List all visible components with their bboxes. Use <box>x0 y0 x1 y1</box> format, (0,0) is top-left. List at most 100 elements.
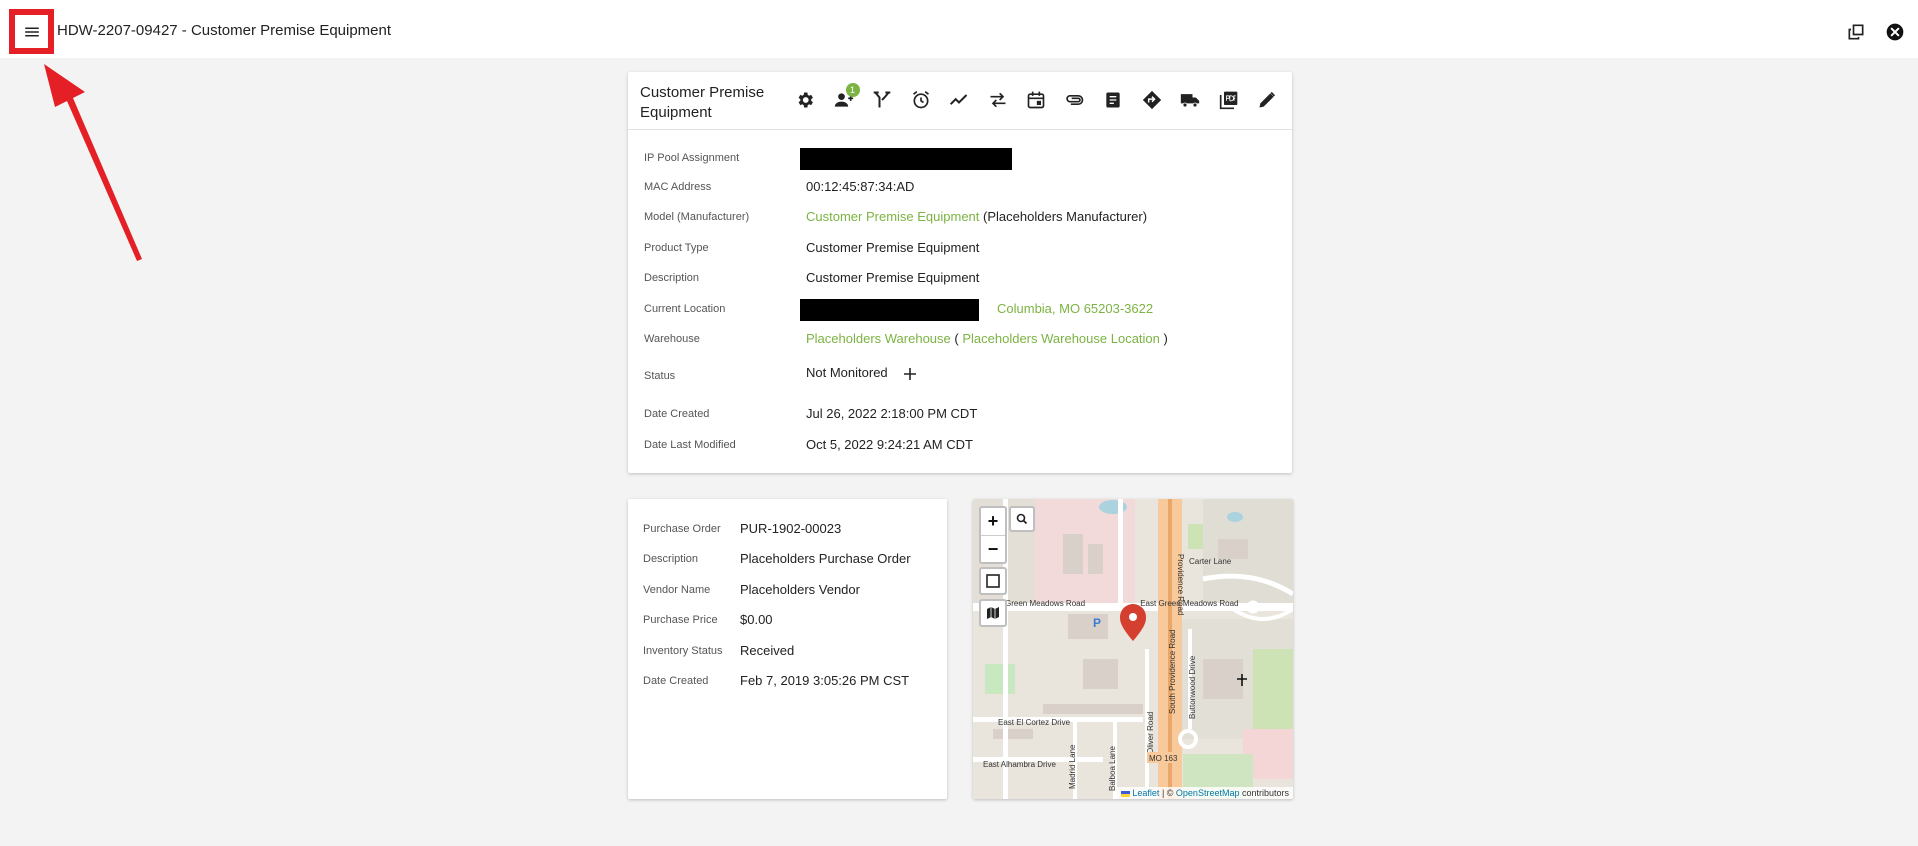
swap-button[interactable] <box>979 88 1018 112</box>
gear-icon <box>798 92 814 108</box>
po-description-value: Placeholders Purchase Order <box>740 551 911 566</box>
attachment-button[interactable] <box>1056 88 1095 112</box>
po-number-label: Purchase Order <box>643 523 721 535</box>
equipment-card-header: Customer Premise Equipment 1 <box>628 72 1292 130</box>
warehouse-location-link[interactable]: Placeholders Warehouse Location <box>962 331 1160 346</box>
price-value: $0.00 <box>740 612 773 627</box>
osm-link[interactable]: OpenStreetMap <box>1176 788 1240 798</box>
warehouse-link[interactable]: Placeholders Warehouse <box>806 331 951 346</box>
ip-pool-row: IP Pool Assignment <box>644 148 1284 170</box>
leaflet-flag-icon <box>1120 790 1130 797</box>
po-number-row: Purchase Order PUR-1902-00023 <box>643 519 943 541</box>
warehouse-close-paren: ) <box>1163 331 1168 346</box>
annotation-arrow <box>44 64 142 261</box>
date-modified-value: Oct 5, 2022 9:24:21 AM CDT <box>806 437 973 452</box>
vendor-label: Vendor Name <box>643 584 711 596</box>
zoom-control: + − <box>979 506 1007 564</box>
product-type-label: Product Type <box>644 242 709 254</box>
open-in-new-window-button[interactable] <box>1846 22 1866 42</box>
edit-button[interactable] <box>1248 88 1287 112</box>
map-card[interactable]: P Green Meadows Road ← East Green Meadow… <box>973 499 1293 799</box>
street-alhambra: East Alhambra Drive <box>983 760 1056 769</box>
date-created-label: Date Created <box>644 408 710 420</box>
card-title: Customer Premise Equipment <box>640 84 765 121</box>
inventory-status-row: Inventory Status Received <box>643 641 943 663</box>
truck-icon <box>1181 94 1200 108</box>
map-search-button[interactable] <box>1009 506 1035 532</box>
alarm-button[interactable] <box>902 88 941 112</box>
warehouse-row: Warehouse Placeholders Warehouse ( Place… <box>644 329 1284 351</box>
map-layers-button[interactable] <box>979 599 1007 627</box>
pencil-icon <box>1259 91 1276 108</box>
model-row: Model (Manufacturer) Customer Premise Eq… <box>644 207 1284 229</box>
notes-button[interactable] <box>1094 88 1133 112</box>
draw-rectangle-button[interactable] <box>979 567 1007 595</box>
document-icon <box>1106 92 1120 108</box>
date-modified-label: Date Last Modified <box>644 439 736 451</box>
leaflet-link[interactable]: Leaflet <box>1132 788 1159 798</box>
model-link[interactable]: Customer Premise Equipment <box>806 209 979 224</box>
inventory-status-value: Received <box>740 643 795 658</box>
street-providence: Providence Road <box>1176 554 1185 615</box>
po-date-created-value: Feb 7, 2019 3:05:26 PM CST <box>740 673 910 688</box>
street-carter: Carter Lane <box>1189 557 1232 566</box>
po-number-link[interactable]: PUR-1902-00023 <box>740 521 841 536</box>
street-el-cortez: East El Cortez Drive <box>998 718 1071 727</box>
hamburger-icon <box>24 27 39 36</box>
status-label: Status <box>644 370 676 382</box>
po-description-label: Description <box>643 553 699 565</box>
trending-button[interactable] <box>940 88 979 112</box>
close-button[interactable] <box>1885 22 1905 42</box>
equipment-toolbar: 1 <box>786 83 1287 112</box>
add-status-icon[interactable] <box>902 366 918 382</box>
menu-button[interactable] <box>9 9 54 54</box>
date-created-value: Jul 26, 2022 2:18:00 PM CDT <box>806 406 978 421</box>
status-text: Not Monitored <box>806 365 888 380</box>
product-type-row: Product Type Customer Premise Equipment <box>644 238 1284 260</box>
mac-label: MAC Address <box>644 181 712 193</box>
street-south-providence: South Providence Road <box>1168 630 1177 715</box>
street-madrid: Madrid Lane <box>1068 744 1077 789</box>
app-bar: HDW-2207-09427 - Customer Premise Equipm… <box>0 0 1918 58</box>
route-label: MO 163 <box>1149 754 1178 763</box>
search-icon <box>1016 513 1028 525</box>
vendor-row: Vendor Name Placeholders Vendor <box>643 580 943 602</box>
directions-button[interactable] <box>1133 88 1172 112</box>
fork-button[interactable] <box>863 88 902 112</box>
attribution-separator: | © <box>1159 788 1176 798</box>
fork-icon <box>873 91 891 108</box>
po-description-row: Description Placeholders Purchase Order <box>643 549 943 571</box>
map-tiles[interactable]: P Green Meadows Road ← East Green Meadow… <box>973 499 1293 799</box>
assign-user-button[interactable]: 1 <box>825 83 864 112</box>
shipping-button[interactable] <box>1171 88 1210 112</box>
model-value: Customer Premise Equipment (Placeholders… <box>806 209 1147 224</box>
status-row: Status Not Monitored <box>644 365 1284 388</box>
mac-value: 00:12:45:87:34:AD <box>806 179 915 194</box>
settings-button[interactable] <box>786 88 825 112</box>
paperclip-icon <box>1066 95 1084 105</box>
calendar-button[interactable] <box>1017 88 1056 112</box>
alarm-clock-icon <box>912 91 929 109</box>
page-title: HDW-2207-09427 - Customer Premise Equipm… <box>57 22 392 39</box>
street-oliver: Oliver Road <box>1146 712 1155 754</box>
description-label: Description <box>644 272 700 284</box>
pdf-icon <box>1219 91 1238 110</box>
price-row: Purchase Price $0.00 <box>643 610 943 632</box>
calendar-icon <box>1027 91 1045 109</box>
po-date-created-row: Date Created Feb 7, 2019 3:05:26 PM CST <box>643 671 943 693</box>
zoom-in-button[interactable]: + <box>981 508 1005 535</box>
warehouse-open-paren: ( <box>954 331 959 346</box>
map-icon <box>987 607 999 619</box>
manufacturer-text: (Placeholders Manufacturer) <box>983 209 1148 224</box>
zoom-out-button[interactable]: − <box>981 535 1005 562</box>
street-green-meadows-w: Green Meadows Road <box>1005 599 1085 608</box>
close-circle-icon <box>1886 23 1904 41</box>
redacted-address <box>800 299 979 321</box>
product-type-value: Customer Premise Equipment <box>806 240 980 255</box>
pdf-button[interactable] <box>1210 88 1249 112</box>
street-balboa: Balboa Lane <box>1108 746 1117 791</box>
po-date-created-label: Date Created <box>643 675 709 687</box>
description-row: Description Customer Premise Equipment <box>644 268 1284 290</box>
attribution-tail: contributors <box>1239 788 1289 798</box>
location-link[interactable]: Columbia, MO 65203-3622 <box>997 301 1153 316</box>
